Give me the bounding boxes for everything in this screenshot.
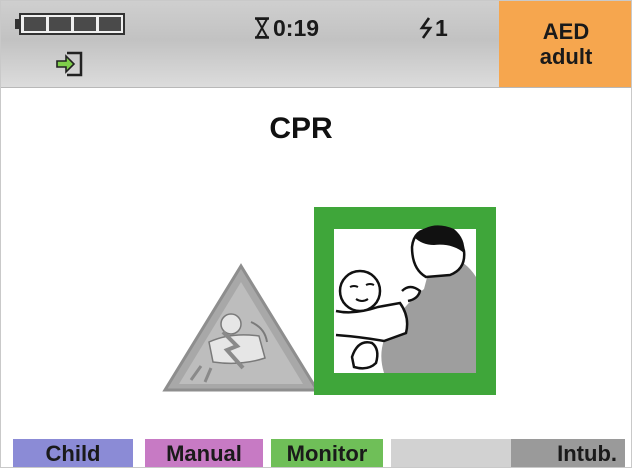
main-area: CPR [1,88,631,438]
battery-indicator [15,13,125,35]
timer-text: 0:19 [273,14,320,41]
hourglass-icon [255,17,269,39]
monitor-softkey[interactable]: Monitor [271,439,383,467]
do-not-touch-warning-icon [162,263,320,392]
lightning-bolt-icon [419,17,433,39]
softkey-bar: Child Manual Monitor Intub. [1,439,631,467]
child-softkey[interactable]: Child [13,439,133,467]
manual-softkey[interactable]: Manual [145,439,263,467]
prompt-title: CPR [269,112,333,145]
intubation-softkey[interactable]: Intub. [511,439,625,467]
mode-indicator: AED adult [499,1,631,87]
status-bar: 0:19 1 AED adult [1,1,631,88]
cpr-illustration [314,207,496,395]
aed-screen: 0:19 1 AED adult CPR Child Manual Monito… [0,0,632,468]
elapsed-timer: 0:19 [254,12,319,44]
shock-count-text: 1 [435,14,448,41]
plug-in-icon [56,51,83,77]
empty-softkey[interactable] [391,439,511,467]
patient-type-label: adult [539,44,593,69]
battery-icon [15,13,125,35]
shock-counter: 1 [419,12,448,44]
mode-label: AED [542,18,590,44]
